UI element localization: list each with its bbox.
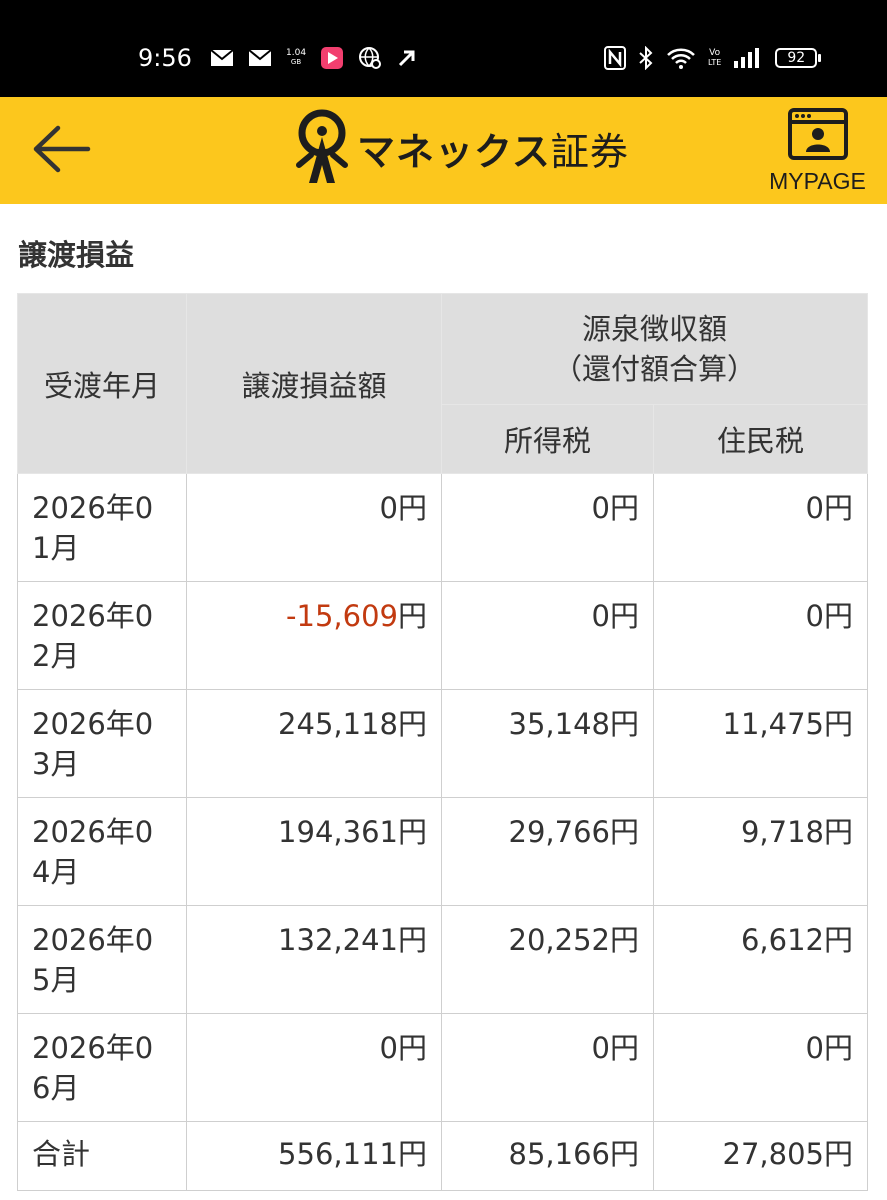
wifi-icon — [667, 48, 695, 69]
pl-amount-cell: -15,609円 — [186, 581, 442, 690]
table-row: 2026年0 3月 245,118円 35,148円 11,475円 — [17, 689, 869, 798]
table-row: 2026年0 1月 0円 0円 0円 — [17, 473, 869, 582]
column-header-resident-tax: 住民税 — [652, 404, 869, 474]
back-arrow-icon — [33, 125, 91, 173]
month-cell: 2026年0 6月 — [17, 1013, 187, 1122]
mypage-label: MYPAGE — [769, 168, 866, 194]
back-button[interactable] — [32, 124, 92, 178]
column-header-withholding: 源泉徴収額 （還付額合算） — [440, 293, 869, 405]
table-row: 2026年0 5月 132,241円 20,252円 6,612円 — [17, 905, 869, 1014]
total-income-tax-cell: 85,166円 — [441, 1121, 654, 1191]
month-cell: 2026年0 2月 — [17, 581, 187, 690]
resident-tax-cell: 9,718円 — [652, 797, 869, 906]
globe-search-icon — [359, 47, 382, 69]
month-cell: 2026年0 4月 — [17, 797, 187, 906]
net-speed-indicator: 1.04 GB — [286, 48, 307, 67]
month-cell: 2026年0 1月 — [17, 473, 187, 582]
resident-tax-cell: 6,612円 — [652, 905, 869, 1014]
bluetooth-icon — [639, 46, 653, 70]
pl-amount-cell: 245,118円 — [186, 689, 442, 798]
income-tax-cell: 0円 — [441, 581, 654, 690]
income-tax-cell: 29,766円 — [441, 797, 654, 906]
mail-icon — [210, 49, 234, 66]
mail-icon — [248, 49, 272, 66]
income-tax-cell: 0円 — [441, 473, 654, 582]
arrow-up-right-icon — [398, 50, 415, 67]
brand-logo[interactable]: マネックス証券 — [293, 109, 629, 187]
status-time: 9:56 — [138, 44, 192, 72]
system-icons: Vo LTE 92 — [604, 46, 822, 70]
column-header-pl-amount: 譲渡損益額 — [186, 293, 442, 474]
capital-gains-table: 受渡年月 譲渡損益額 源泉徴収額 （還付額合算） 所得税 住民税 2026年0 1… — [17, 293, 869, 1191]
nfc-icon — [604, 46, 626, 70]
notification-icons: 1.04 GB — [210, 46, 418, 70]
brand-name: マネックス証券 — [357, 129, 629, 174]
mypage-button[interactable]: MYPAGE — [760, 108, 875, 195]
mypage-icon — [787, 108, 848, 160]
month-cell: 2026年0 5月 — [17, 905, 187, 1014]
pl-amount-cell: 0円 — [186, 473, 442, 582]
total-resident-tax-cell: 27,805円 — [652, 1121, 869, 1191]
battery-icon: 92 — [775, 48, 822, 68]
total-label-cell: 合計 — [17, 1121, 187, 1191]
app-notification-icon — [321, 47, 344, 69]
monex-mascot-icon — [296, 109, 348, 183]
status-bar: 9:56 1.04 GB Vo LTE 92 — [0, 0, 887, 97]
pl-amount-cell: 132,241円 — [186, 905, 442, 1014]
resident-tax-cell: 0円 — [652, 581, 869, 690]
page-title: 譲渡損益 — [18, 238, 135, 272]
signal-icon — [734, 48, 760, 68]
volte-indicator: Vo LTE — [708, 48, 722, 68]
resident-tax-cell: 0円 — [652, 473, 869, 582]
resident-tax-cell: 0円 — [652, 1013, 869, 1122]
income-tax-cell: 35,148円 — [441, 689, 654, 798]
column-header-month: 受渡年月 — [17, 293, 187, 474]
month-cell: 2026年0 3月 — [17, 689, 187, 798]
total-row: 合計 556,111円 85,166円 27,805円 — [17, 1121, 869, 1191]
table-row: 2026年0 4月 194,361円 29,766円 9,718円 — [17, 797, 869, 906]
income-tax-cell: 0円 — [441, 1013, 654, 1122]
table-row: 2026年0 6月 0円 0円 0円 — [17, 1013, 869, 1122]
income-tax-cell: 20,252円 — [441, 905, 654, 1014]
table-row: 2026年0 2月 -15,609円 0円 0円 — [17, 581, 869, 690]
total-pl-cell: 556,111円 — [186, 1121, 442, 1191]
pl-amount-cell: 0円 — [186, 1013, 442, 1122]
column-header-income-tax: 所得税 — [441, 404, 654, 474]
resident-tax-cell: 11,475円 — [652, 689, 869, 798]
pl-amount-cell: 194,361円 — [186, 797, 442, 906]
